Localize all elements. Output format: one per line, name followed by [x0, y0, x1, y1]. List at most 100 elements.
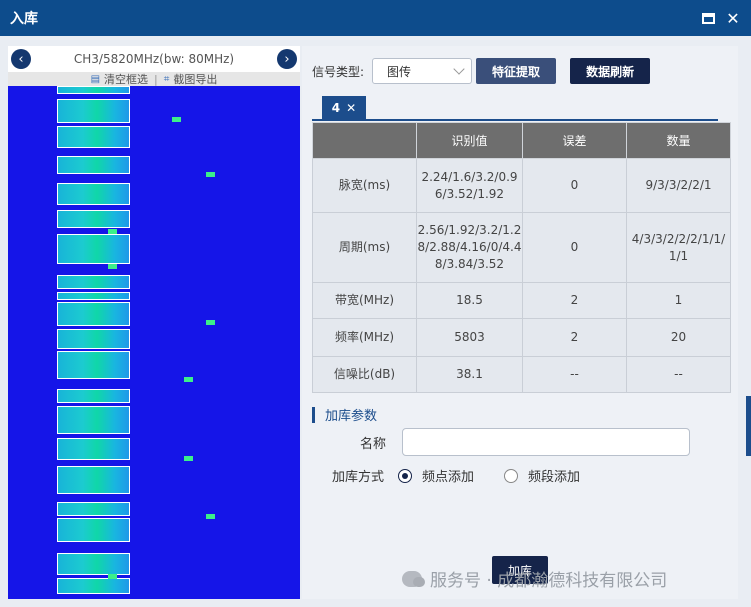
row-label: 脉宽(ms) [312, 158, 417, 213]
table-cell: 0 [522, 212, 627, 283]
signal-selection-box[interactable] [57, 553, 130, 575]
signal-selection-box[interactable] [57, 126, 130, 148]
mode-option-band[interactable]: 频段添加 [504, 466, 580, 485]
table-cell: 0 [522, 158, 627, 213]
signal-selection-box[interactable] [57, 210, 130, 228]
signal-blip [184, 456, 193, 461]
mode-label: 加库方式 [332, 470, 385, 485]
channel-label: CH3/5820MHz(bw: 80MHz) [73, 52, 235, 66]
table-cell: 5803 [416, 318, 523, 357]
prev-channel-button[interactable]: ‹ [11, 49, 31, 69]
header-cell: 数量 [626, 122, 731, 159]
next-channel-button[interactable]: › [277, 49, 297, 69]
signal-type-value: 图传 [387, 64, 412, 79]
table-cell: 2.24/1.6/3.2/0.96/3.52/1.92 [416, 158, 523, 213]
export-screenshot-label: 截图导出 [173, 73, 218, 86]
spectrum-panel: ‹ CH3/5820MHz(bw: 80MHz) › ▤ 清空框选 | ⌗ 截图… [8, 46, 300, 599]
chevron-right-icon: › [284, 51, 290, 67]
section-title: 加库参数 [312, 405, 377, 424]
mode-row: 加库方式 频点添加 频段添加 [332, 466, 610, 485]
mode-option-label: 频段添加 [528, 470, 581, 485]
clear-selection-button[interactable]: ▤ 清空框选 [91, 71, 148, 87]
table-cell: 1 [626, 282, 731, 319]
name-row: 名称 [360, 428, 691, 456]
tab-underline [312, 119, 718, 121]
table-cell: 4/3/3/2/2/2/1/1/1/1 [626, 212, 731, 283]
signal-selection-box[interactable] [57, 389, 130, 403]
signal-blip [108, 229, 117, 234]
signal-selection-box[interactable] [57, 234, 130, 264]
signal-selection-box[interactable] [57, 578, 130, 594]
spectrum-waterfall[interactable] [8, 86, 300, 599]
name-input[interactable] [402, 428, 691, 456]
chevron-left-icon: ‹ [18, 51, 24, 67]
mode-option-label: 频点添加 [422, 470, 475, 485]
spectrum-toolbar: ▤ 清空框选 | ⌗ 截图导出 [8, 72, 300, 86]
table-row: 带宽(MHz) 18.5 2 1 [312, 282, 731, 319]
table-cell: 2 [522, 282, 627, 319]
signal-blip [172, 117, 181, 122]
signal-selection-box[interactable] [57, 502, 130, 516]
signal-type-label: 信号类型: [312, 64, 365, 79]
wechat-icon [402, 570, 425, 587]
close-tab-icon[interactable]: ✕ [346, 101, 356, 115]
signal-selection-box[interactable] [57, 156, 130, 174]
signal-type-select[interactable]: 图传 [372, 58, 473, 84]
signal-selection-box[interactable] [57, 183, 130, 205]
radio-selected[interactable] [398, 468, 413, 483]
export-screenshot-button[interactable]: ⌗ 截图导出 [164, 71, 218, 87]
row-label: 信噪比(dB) [312, 356, 417, 393]
header-cell: 误差 [522, 122, 627, 159]
table-cell: 2.56/1.92/3.2/1.28/2.88/4.16/0/4.48/3.84… [416, 212, 523, 283]
table-cell: 18.5 [416, 282, 523, 319]
signal-blip [108, 574, 117, 579]
clear-selection-label: 清空框选 [104, 73, 149, 86]
table-cell: 20 [626, 318, 731, 357]
watermark: 服务号 · 成都瀚德科技有限公司 [402, 566, 667, 591]
signal-blip [206, 172, 215, 177]
signal-blip [206, 320, 215, 325]
titlebar: 入库 ✕ [0, 0, 751, 36]
signal-selection-box[interactable] [57, 86, 130, 94]
channel-bar: ‹ CH3/5820MHz(bw: 80MHz) › [8, 46, 300, 72]
table-cell: -- [626, 356, 731, 393]
section-marker [312, 406, 315, 423]
table-cell: 38.1 [416, 356, 523, 393]
tab-4[interactable]: 4 ✕ [322, 96, 366, 120]
signal-selection-box[interactable] [57, 518, 130, 542]
extract-features-button[interactable]: 特征提取 [476, 58, 557, 84]
mode-option-frequency[interactable]: 频点添加 [398, 466, 474, 485]
radio-unselected[interactable] [504, 468, 519, 483]
signal-selection-box[interactable] [57, 351, 130, 379]
maximize-icon [701, 12, 715, 24]
divider: | [154, 72, 158, 86]
signal-selection-box[interactable] [57, 466, 130, 494]
scroll-edge [746, 396, 751, 456]
signal-toolbar: 信号类型: 图传 特征提取 数据刷新 [312, 58, 651, 84]
signal-selection-box[interactable] [57, 292, 130, 300]
table-row: 脉宽(ms) 2.24/1.6/3.2/0.96/3.52/1.92 0 9/3… [312, 158, 731, 213]
signal-blip [206, 514, 215, 519]
close-icon: ✕ [726, 8, 740, 28]
refresh-data-button[interactable]: 数据刷新 [570, 58, 651, 84]
row-label: 周期(ms) [312, 212, 417, 283]
signal-selection-box[interactable] [57, 275, 130, 289]
watermark-text: 服务号 · 成都瀚德科技有限公司 [430, 571, 668, 591]
table-cell: 9/3/3/2/2/1 [626, 158, 731, 213]
trash-icon: ▤ [90, 73, 101, 85]
signal-blip [108, 264, 117, 269]
signal-selection-box[interactable] [57, 99, 130, 123]
close-button[interactable]: ✕ [724, 8, 742, 28]
signal-selection-box[interactable] [57, 302, 130, 326]
header-cell: 识别值 [416, 122, 523, 159]
table-row: 频率(MHz) 5803 2 20 [312, 318, 731, 357]
feature-table: 识别值 误差 数量 脉宽(ms) 2.24/1.6/3.2/0.96/3.52/… [312, 122, 731, 393]
section-title-text: 加库参数 [325, 409, 378, 424]
maximize-button[interactable] [699, 9, 717, 27]
signal-selection-box[interactable] [57, 406, 130, 434]
signal-blip [184, 377, 193, 382]
row-label: 带宽(MHz) [312, 282, 417, 319]
chevron-down-icon [453, 63, 465, 75]
signal-selection-box[interactable] [57, 329, 130, 349]
signal-selection-box[interactable] [57, 438, 130, 460]
